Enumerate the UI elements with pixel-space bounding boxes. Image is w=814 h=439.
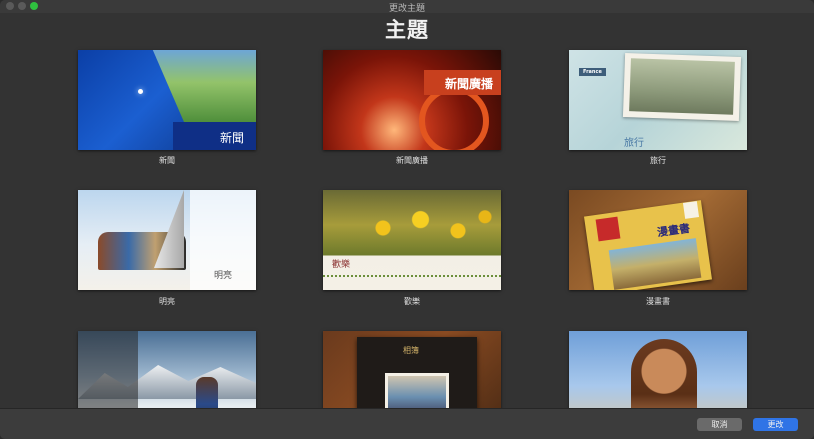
theme-tile-joy[interactable]: 歡樂 [323, 190, 501, 290]
theme-tile-news-broadcast[interactable]: 新聞廣播 [323, 50, 501, 150]
theme-preview-photo [152, 50, 256, 122]
theme-preview-label: 旅行 [624, 138, 644, 149]
theme-caption-comic-book: 漫畫書 [646, 297, 670, 306]
theme-caption-joy: 歡樂 [404, 297, 420, 306]
theme-tile-news[interactable]: 新聞 [78, 50, 256, 150]
change-theme-window: 更改主題 主題 新聞 新聞 新聞廣播 新聞廣播 France 旅行 旅行 明亮 … [0, 0, 814, 439]
change-button[interactable]: 更改 [753, 418, 798, 431]
theme-caption-news: 新聞 [159, 156, 175, 165]
theme-preview-label: 明亮 [214, 271, 233, 281]
theme-tile-bright[interactable]: 明亮 [78, 190, 256, 290]
theme-preview-label: 歡樂 [332, 260, 351, 270]
theme-preview-photo [385, 373, 449, 408]
globe-marker-icon [138, 89, 143, 94]
page-title: 主題 [385, 18, 429, 42]
theme-preview-overlay [78, 331, 138, 408]
theme-grid: 主題 新聞 新聞 新聞廣播 新聞廣播 France 旅行 旅行 明亮 明亮 歡樂… [0, 0, 814, 408]
theme-caption-travel: 旅行 [650, 156, 666, 165]
theme-tile-mountain[interactable] [78, 331, 256, 408]
theme-caption-bright: 明亮 [159, 297, 175, 306]
theme-preview-photo [353, 200, 501, 256]
theme-tile-photo-album[interactable]: 相簿 [323, 331, 501, 408]
theme-tile-travel[interactable]: France 旅行 [569, 50, 747, 150]
theme-preview-label: 新聞 [219, 131, 244, 145]
theme-preview-photo [631, 339, 697, 408]
dialog-footer: 取消 更改 [0, 408, 814, 439]
stamp-icon [682, 201, 700, 219]
theme-preview-label: 新聞廣播 [444, 77, 493, 91]
theme-caption-news-broadcast: 新聞廣播 [396, 156, 428, 165]
theme-preview-photo [629, 58, 735, 115]
theme-preview-wave [323, 275, 501, 278]
theme-preview-red-block [595, 216, 621, 242]
theme-preview-swirl [419, 86, 489, 150]
theme-preview-tag: France [579, 68, 606, 76]
theme-tile-portrait[interactable] [569, 331, 747, 408]
theme-preview-photo [196, 377, 218, 408]
theme-preview-label: 相簿 [403, 346, 419, 355]
cancel-button[interactable]: 取消 [697, 418, 742, 431]
theme-tile-comic-book[interactable]: 漫畫書 [569, 190, 747, 290]
